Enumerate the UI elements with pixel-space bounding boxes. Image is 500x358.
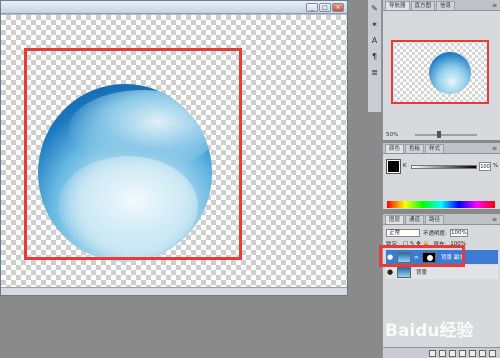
layer-name[interactable]: 背景 [416,268,427,276]
zoom-slider-thumb[interactable] [437,131,442,138]
layers-small-icon[interactable]: ≣ [370,68,380,78]
tab-histogram[interactable]: 直方图 [410,1,436,10]
color-spectrum-bar[interactable] [387,201,495,208]
panel-menu-icon[interactable]: ≡ [492,216,497,223]
navigator-panel: 导航器 直方图 信息 ≡ 50% [382,0,500,140]
navigator-preview[interactable] [391,40,489,104]
tab-info[interactable]: 信息 [436,1,456,10]
tab-styles[interactable]: 样式 [425,144,445,153]
close-button[interactable]: × [332,3,344,12]
channel-value-field[interactable]: 100 [479,162,491,171]
minimize-button[interactable]: _ [306,3,318,12]
channel-slider[interactable] [411,165,477,169]
restore-button[interactable]: □ [319,3,331,12]
panel-menu-icon[interactable]: ≡ [492,2,497,9]
layer-highlight-box [379,245,465,267]
tab-layers[interactable]: 图层 [385,215,405,224]
panel-tool-strip: ✎ ✶ A ¶ ≣ [368,0,382,112]
layer-thumbnail [397,266,411,278]
fx-icon[interactable] [439,350,446,357]
tab-navigator[interactable]: 导航器 [385,1,410,10]
navigator-view-box[interactable] [391,40,489,104]
document-titlebar[interactable]: _ □ × [1,1,347,14]
wand-icon[interactable]: ✶ [370,20,380,30]
layers-footer [383,347,500,358]
foreground-color-swatch[interactable] [386,159,401,174]
channel-label: K [403,163,407,169]
zoom-value[interactable]: 50% [386,132,398,138]
tab-color[interactable]: 颜色 [385,144,405,153]
layer-row-background[interactable]: ● 背景 [386,265,498,279]
opacity-field[interactable]: 100% [449,228,468,237]
new-layer-icon[interactable] [479,350,486,357]
paragraph-icon[interactable]: ¶ [370,52,380,62]
tab-swatches[interactable]: 色板 [405,144,425,153]
eye-icon[interactable]: ● [386,268,394,276]
adjustment-icon[interactable] [459,350,466,357]
channel-unit: % [493,163,499,169]
color-panel: 颜色 色板 样式 ≡ K 100 % [382,143,500,209]
blend-mode-select[interactable]: 正常 [386,228,420,237]
zoom-slider[interactable] [415,131,478,138]
trash-icon[interactable] [489,350,496,357]
add-mask-icon[interactable] [449,350,456,357]
watermark: Baidu经验 [385,321,474,341]
folder-icon[interactable] [469,350,476,357]
tab-paths[interactable]: 路径 [425,215,445,224]
opacity-label: 不透明度: [423,230,447,237]
status-bar [1,287,347,295]
brush-icon[interactable]: ✎ [370,4,380,14]
link-icon[interactable] [429,350,436,357]
document-window: _ □ × [0,0,348,296]
canvas-highlight-box [24,48,242,260]
text-icon[interactable]: A [370,36,380,46]
panel-menu-icon[interactable]: ≡ [492,145,497,152]
tab-channels[interactable]: 通道 [405,215,425,224]
